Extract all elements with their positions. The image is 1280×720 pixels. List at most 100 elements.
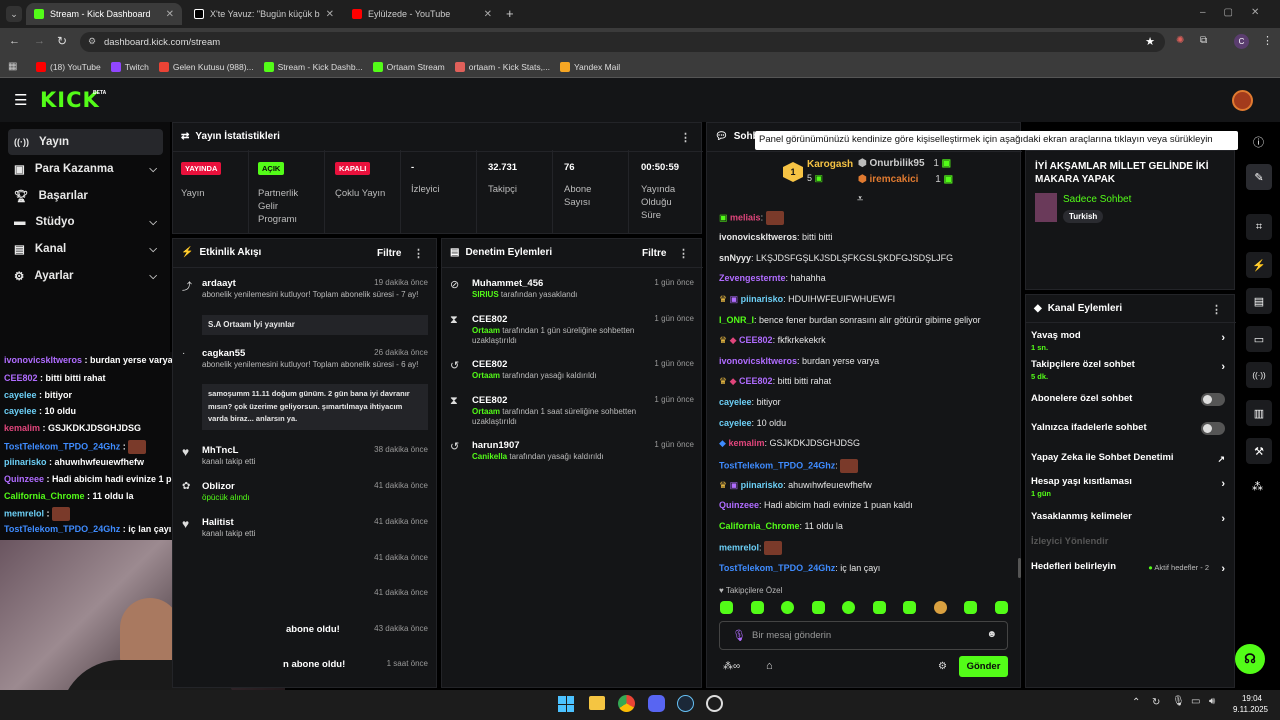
leader-name[interactable]: Karogash: [807, 159, 853, 170]
activity-item: · cagkan55 26 dakika önce abonelik yenile…: [176, 348, 432, 430]
activity-widget-button[interactable]: ⚡: [1246, 252, 1272, 278]
tab-search-icon[interactable]: ⌄: [6, 6, 22, 22]
file-explorer-icon[interactable]: [589, 696, 605, 710]
filter-button[interactable]: Filtre: [377, 248, 401, 259]
mail-icon: [560, 61, 571, 72]
tab-x[interactable]: X'te Yavuz: "Bugün küçük bir ya... ✕: [186, 3, 342, 25]
bookmark-kick-dashboard[interactable]: Stream - Kick Dashb...: [263, 61, 363, 72]
nav-item-ayarlar[interactable]: ⚙ Ayarlar ⌵: [8, 263, 163, 289]
chat-settings-icon[interactable]: ⚙: [938, 661, 947, 672]
nav-item-para-kazanma[interactable]: ▣ Para Kazanma ⌵: [8, 156, 163, 182]
language-tag[interactable]: Turkish: [1063, 210, 1104, 223]
chat-widget-button[interactable]: ▭: [1246, 326, 1272, 352]
emote-icon: [903, 601, 917, 614]
emoji-icon[interactable]: ☻: [986, 629, 997, 640]
mic-icon[interactable]: 🎙︎: [1172, 696, 1185, 707]
bookmark-gmail[interactable]: Gelen Kutusu (988)...: [158, 61, 254, 72]
bookmark-ortaam-stream[interactable]: Ortaam Stream: [372, 61, 445, 72]
menu-icon[interactable]: ⋮: [1262, 34, 1273, 47]
chat-message: ◆ kemalim: GSJKDKJDSGHJDSG: [719, 438, 860, 448]
filter-button[interactable]: Filtre: [642, 248, 666, 259]
more-options-icon[interactable]: ⋮: [413, 247, 424, 260]
discord-icon[interactable]: [648, 695, 665, 712]
action-slow-mode[interactable]: Yavaş mod 1 sn. ›: [1031, 330, 1227, 352]
bookmark-label: Stream - Kick Dashb...: [277, 61, 363, 72]
nav-item-yayin[interactable]: ((·)) Yayın: [8, 129, 163, 155]
capture-widget-button[interactable]: ⌗: [1246, 214, 1272, 240]
action-banned-words[interactable]: Yasaklanmış kelimeler ›: [1031, 511, 1227, 525]
stats-icon: ⇄: [181, 131, 190, 142]
chrome-icon[interactable]: [618, 695, 635, 712]
apps-grid-icon[interactable]: ▦: [8, 61, 17, 72]
moderation-widget-button[interactable]: ▤: [1246, 288, 1272, 314]
bookmark-yandex-mail[interactable]: Yandex Mail: [560, 61, 620, 72]
hamburger-menu-icon[interactable]: ☰: [14, 91, 27, 109]
user-avatar[interactable]: [1232, 90, 1253, 111]
back-icon[interactable]: ←: [9, 35, 20, 47]
activity-item: ♥ MhTncL 38 dakika önce kanalı takip etti: [182, 445, 428, 466]
address-bar[interactable]: ⚙ dashboard.kick.com/stream ★: [80, 32, 1165, 52]
clock-date[interactable]: 9.11.2025: [1226, 705, 1268, 714]
windows-start-icon[interactable]: [558, 696, 574, 712]
more-options-icon[interactable]: ⋮: [678, 247, 689, 260]
store-icon[interactable]: ⌂: [766, 660, 773, 672]
info-icon[interactable]: ⓘ: [1253, 134, 1264, 150]
more-options-icon[interactable]: ⋮: [680, 131, 691, 144]
tab-youtube[interactable]: Eylülzede - YouTube ✕: [344, 3, 500, 25]
kick-logo[interactable]: KICK: [40, 88, 100, 112]
obs-icon[interactable]: [706, 695, 723, 712]
edit-layout-button[interactable]: ✎: [1246, 164, 1272, 190]
microphone-icon[interactable]: 🎙︎: [732, 629, 746, 642]
window-controls[interactable]: –▢✕: [1200, 7, 1277, 18]
tab-kick-dashboard[interactable]: Stream - Kick Dashboard ✕: [26, 3, 182, 25]
nav-item-basarilar[interactable]: 🏆︎ Başarılar: [8, 183, 163, 209]
nav-item-kanal[interactable]: ▤ Kanal ⌵: [8, 236, 163, 262]
steam-icon[interactable]: [677, 695, 694, 712]
stats-title: ⇄ Yayın İstatistikleri: [181, 131, 280, 142]
more-widgets-icon[interactable]: ⁂: [1252, 480, 1263, 493]
forward-icon[interactable]: →: [34, 35, 45, 47]
bookmark-twitch[interactable]: Twitch: [110, 61, 149, 72]
sync-icon[interactable]: ↻: [1152, 697, 1160, 708]
collapse-leaderboard-icon[interactable]: ⩡: [857, 193, 863, 206]
stats-widget-button[interactable]: ▥: [1246, 400, 1272, 426]
action-account-age[interactable]: Hesap yaşı kısıtlaması 1 gün ›: [1031, 476, 1227, 498]
close-icon[interactable]: ✕: [326, 9, 334, 20]
action-followers-only[interactable]: Takipçilere özel sohbet 5 dk. ›: [1031, 359, 1227, 381]
bookmark-kick-stats[interactable]: ortaam - Kick Stats,...: [454, 61, 551, 72]
broadcast-widget-button[interactable]: ((·)): [1246, 362, 1272, 388]
action-ai-moderation[interactable]: Yapay Zeka ile Sohbet Denetimi ↗: [1031, 452, 1227, 464]
volume-icon[interactable]: 🔊︎: [1209, 696, 1215, 707]
network-icon[interactable]: ▭: [1191, 696, 1200, 707]
emote-only-toggle[interactable]: [1201, 422, 1225, 435]
extension-icon[interactable]: ✺: [1176, 35, 1184, 46]
send-button[interactable]: Gönder: [959, 656, 1008, 677]
emote-bar[interactable]: [720, 601, 1008, 615]
reload-icon[interactable]: ↻: [57, 34, 67, 48]
nav-item-studyo[interactable]: ▬ Stüdyo ⌵: [8, 209, 163, 235]
chat-input[interactable]: 🎙︎ Bir mesaj gönderin ☻: [719, 621, 1008, 650]
chat-scrollbar[interactable]: [1018, 558, 1021, 578]
more-options-icon[interactable]: ⋮: [1211, 303, 1222, 316]
category-link[interactable]: Sadece Sohbet: [1063, 194, 1131, 205]
action-emote-only: Yalnızca ifadelerle sohbet: [1031, 422, 1227, 435]
profile-avatar[interactable]: C: [1234, 34, 1249, 49]
subscribers-only-toggle[interactable]: [1201, 393, 1225, 406]
bookmark-star-icon[interactable]: ★: [1145, 35, 1155, 48]
bookmark-label: ortaam - Kick Stats,...: [468, 61, 551, 72]
category-thumbnail[interactable]: [1035, 193, 1057, 222]
new-tab-button[interactable]: +: [506, 6, 514, 21]
site-info-icon[interactable]: ⚙: [88, 36, 96, 47]
tray-chevron-icon[interactable]: ⌃: [1132, 697, 1140, 708]
bookmark-youtube[interactable]: (18) YouTube: [36, 61, 101, 72]
support-button[interactable]: ☊: [1235, 644, 1265, 674]
extensions-puzzle-icon[interactable]: ⧉: [1200, 35, 1207, 46]
points-icon[interactable]: ⁂∞: [723, 661, 740, 672]
bookmark-label: Twitch: [124, 61, 149, 72]
close-icon[interactable]: ✕: [166, 9, 174, 20]
chat-icon: 💬︎: [715, 131, 728, 142]
tools-widget-button[interactable]: ⚒: [1246, 438, 1272, 464]
clock-time[interactable]: 19:04: [1232, 694, 1262, 703]
action-goals[interactable]: Hedefleri belirleyin ● Aktif hedefler - 2…: [1031, 561, 1227, 575]
close-icon[interactable]: ✕: [484, 9, 492, 20]
